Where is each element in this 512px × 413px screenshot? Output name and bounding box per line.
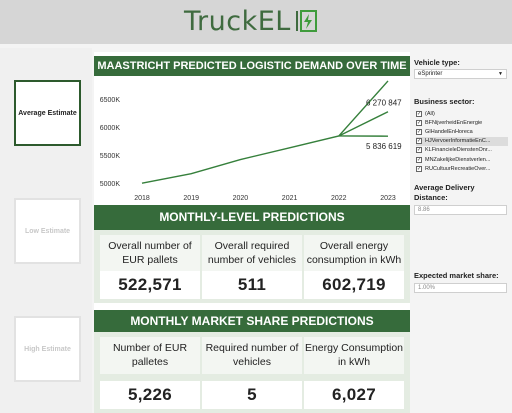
app-header: TruckEL bbox=[0, 0, 512, 44]
share-vehicles-label: Required number of vehicles bbox=[202, 337, 302, 374]
share-section-title: MONTHLY MARKET SHARE PREDICTIONS bbox=[94, 310, 410, 332]
filter-panel: Vehicle type: eSprinter ▼ Business secto… bbox=[412, 48, 512, 413]
chevron-down-icon: ▼ bbox=[498, 71, 503, 77]
sector-checkbox-item[interactable]: ✓ HJVervoerInformatieEnC... bbox=[416, 136, 508, 146]
vehicle-type-select[interactable]: eSprinter ▼ bbox=[414, 69, 507, 79]
x-tick-label: 2021 bbox=[282, 195, 298, 202]
series-line bbox=[141, 80, 389, 184]
monthly-kpi-row: Overall number of EUR pallets 522,571 Ov… bbox=[94, 230, 410, 303]
dashboard-main: MAASTRICHT PREDICTED LOGISTIC DEMAND OVE… bbox=[94, 52, 410, 413]
x-tick-label: 2020 bbox=[233, 195, 249, 202]
y-tick-label: 6500K bbox=[100, 97, 121, 104]
estimate-sidebar: Average Estimate Low Estimate High Estim… bbox=[0, 48, 92, 413]
sector-label: BFNijverheidEnEnergie bbox=[425, 119, 483, 126]
end-value-label: 5 836 619 bbox=[366, 142, 402, 151]
monthly-pallets-label: Overall number of EUR pallets bbox=[100, 235, 200, 272]
sector-checkbox-item[interactable]: ✓ (All) bbox=[416, 109, 508, 118]
checkbox-checked-icon[interactable]: ✓ bbox=[416, 119, 422, 126]
logo-text: TruckEL bbox=[184, 5, 291, 37]
series-line bbox=[338, 111, 389, 137]
sector-label: KLFinancieleDienstenOnr... bbox=[425, 147, 492, 154]
delivery-distance-input[interactable]: 8.86 bbox=[414, 205, 507, 215]
x-tick-label: 2023 bbox=[380, 195, 396, 202]
monthly-energy-value: 602,719 bbox=[304, 271, 404, 299]
vehicle-type-label: Vehicle type: bbox=[414, 58, 460, 67]
demand-line-chart: 5000K 5500K 6000K 6500K 2018 2019 2020 2021 2022… bbox=[100, 80, 402, 202]
sector-checkbox-item[interactable]: ✓ GIHandelEnHoreca bbox=[416, 127, 508, 136]
y-tick-label: 5000K bbox=[100, 181, 121, 188]
monthly-vehicles-card: Overall required number of vehicles 511 bbox=[202, 230, 302, 303]
monthly-pallets-value: 522,571 bbox=[100, 271, 200, 299]
sector-label: HJVervoerInformatieEnC... bbox=[425, 138, 491, 145]
y-tick-label: 5500K bbox=[100, 153, 121, 160]
sector-label: (All) bbox=[425, 110, 435, 117]
sector-checkbox-item[interactable]: ✓ KLFinancieleDienstenOnr... bbox=[416, 146, 508, 155]
monthly-vehicles-value: 511 bbox=[202, 271, 302, 299]
y-tick-label: 6000K bbox=[100, 125, 121, 132]
checkbox-checked-icon[interactable]: ✓ bbox=[416, 165, 422, 172]
x-tick-label: 2018 bbox=[134, 195, 150, 202]
x-tick-label: 2019 bbox=[183, 195, 199, 202]
monthly-vehicles-label: Overall required number of vehicles bbox=[202, 235, 302, 272]
chart-title: MAASTRICHT PREDICTED LOGISTIC DEMAND OVE… bbox=[94, 56, 410, 76]
market-share-input[interactable]: 1.00% bbox=[414, 283, 507, 293]
share-pallets-label: Number of EUR palletes bbox=[100, 337, 200, 374]
share-energy-label: Energy Consumption in kWh bbox=[304, 337, 404, 374]
share-vehicles-value: 5 bbox=[202, 381, 302, 409]
checkbox-checked-icon[interactable]: ✓ bbox=[416, 138, 422, 145]
x-tick-label: 2022 bbox=[331, 195, 347, 202]
monthly-energy-label: Overall energy consumption in kWh bbox=[304, 235, 404, 272]
monthly-section-title: MONTHLY-LEVEL PREDICTIONS bbox=[94, 205, 410, 230]
high-estimate-button[interactable]: High Estimate bbox=[14, 316, 81, 382]
average-estimate-button[interactable]: Average Estimate bbox=[14, 80, 81, 146]
sector-label: MNZakelijkeDienstverlen... bbox=[425, 156, 491, 163]
share-pallets-value: 5,226 bbox=[100, 381, 200, 409]
checkbox-checked-icon[interactable]: ✓ bbox=[416, 128, 422, 135]
low-estimate-button[interactable]: Low Estimate bbox=[14, 198, 81, 264]
sector-checkbox-item[interactable]: ✓ MNZakelijkeDienstverlen... bbox=[416, 155, 508, 164]
share-kpi-row: Number of EUR palletes 5,226 Required nu… bbox=[94, 332, 410, 413]
checkbox-checked-icon[interactable]: ✓ bbox=[416, 110, 422, 117]
end-value-label: 6 270 847 bbox=[366, 99, 402, 108]
sector-checkbox-item[interactable]: ✓ BFNijverheidEnEnergie bbox=[416, 118, 508, 127]
share-vehicles-card: Required number of vehicles 5 bbox=[202, 332, 302, 413]
business-sector-label: Business sector: bbox=[414, 97, 475, 106]
monthly-pallets-card: Overall number of EUR pallets 522,571 bbox=[100, 230, 200, 303]
checkbox-checked-icon[interactable]: ✓ bbox=[416, 156, 422, 163]
monthly-energy-card: Overall energy consumption in kWh 602,71… bbox=[304, 230, 404, 303]
market-share-label: Expected market share: bbox=[414, 271, 499, 280]
app-logo: TruckEL bbox=[184, 5, 317, 37]
checkbox-checked-icon[interactable]: ✓ bbox=[416, 147, 422, 154]
sector-label: GIHandelEnHoreca bbox=[425, 128, 473, 135]
vehicle-type-value: eSprinter bbox=[418, 71, 443, 77]
delivery-distance-label: Average Delivery Distance: bbox=[414, 183, 475, 202]
battery-bolt-icon bbox=[295, 10, 317, 32]
sector-checkbox-item[interactable]: ✓ RUCultuurRecreatieOver... bbox=[416, 164, 508, 173]
share-pallets-card: Number of EUR palletes 5,226 bbox=[100, 332, 200, 413]
share-energy-value: 6,027 bbox=[304, 381, 404, 409]
share-energy-card: Energy Consumption in kWh 6,027 bbox=[304, 332, 404, 413]
sector-label: RUCultuurRecreatieOver... bbox=[425, 165, 491, 172]
